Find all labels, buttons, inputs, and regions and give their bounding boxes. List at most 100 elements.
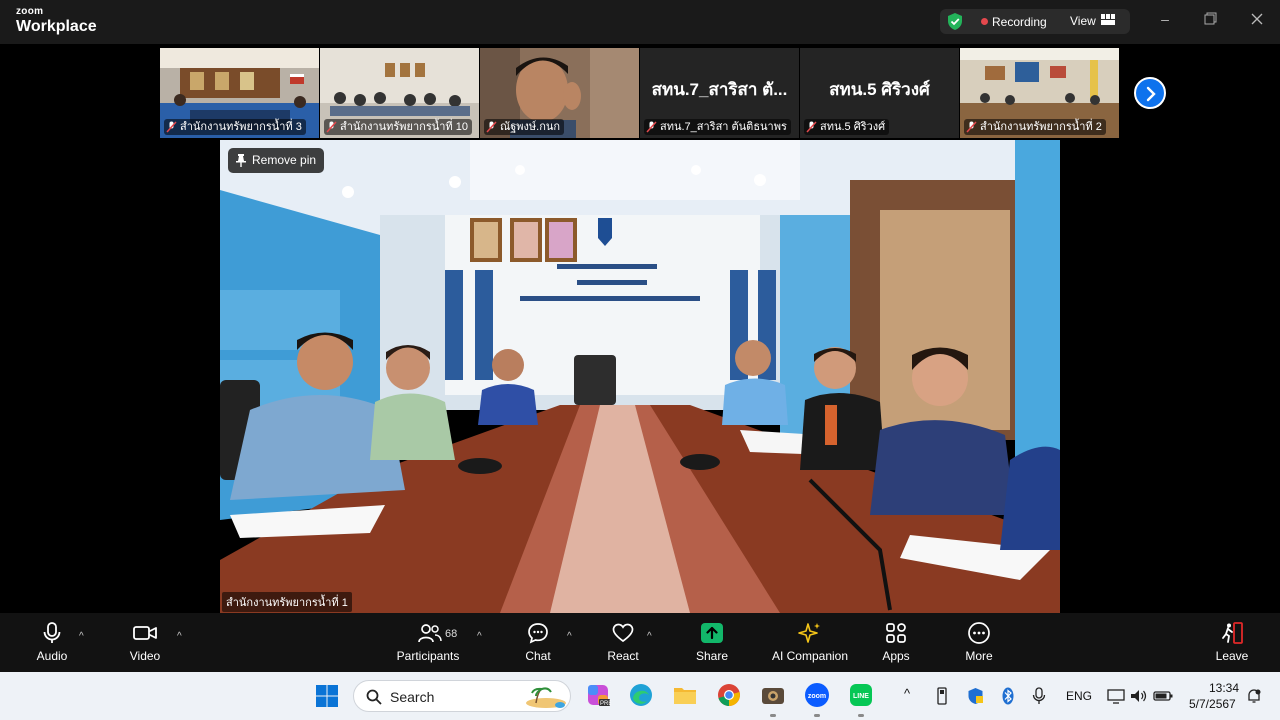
- participant-thumbnail[interactable]: สำนักงานทรัพยากรน้ำที่ 3: [160, 48, 319, 138]
- participants-icon: [418, 624, 442, 643]
- participant-name-tag: สทน.7_สาริสา ตันติธนาพร: [644, 119, 791, 135]
- leave-label: Leave: [1215, 649, 1249, 663]
- chevron-right-icon: [1146, 86, 1156, 102]
- muted-mic-icon: [486, 121, 497, 133]
- participant-name-tag: สำนักงานทรัพยากรน้ำที่ 1: [222, 592, 352, 612]
- zoom-window: zoom Workplace Recording View – สำนักงาน…: [0, 0, 1280, 720]
- participant-thumbnail[interactable]: สทน.7_สาริสา ตั... สทน.7_สาริสา ตันติธนา…: [640, 48, 799, 138]
- muted-mic-icon: [166, 121, 177, 133]
- participant-name: สทน.5 ศิริวงศ์: [820, 121, 886, 133]
- view-grid-icon[interactable]: [1101, 14, 1115, 25]
- chat-label: Chat: [525, 649, 551, 663]
- participant-thumbnail[interactable]: สทน.5 ศิริวงศ์ สทน.5 ศิริวงศ์: [800, 48, 959, 138]
- chat-button[interactable]: Chat: [518, 621, 558, 663]
- pinned-video[interactable]: Remove pin สำนักงานทรัพยากรน้ำที่ 1: [220, 140, 1060, 613]
- copilot-icon[interactable]: PRE: [585, 682, 612, 708]
- zoom-app-icon[interactable]: zoom: [804, 682, 830, 708]
- react-options-chevron-icon[interactable]: ^: [647, 631, 652, 642]
- apps-button[interactable]: Apps: [876, 621, 916, 663]
- participant-thumbnail[interactable]: สำนักงานทรัพยากรน้ำที่ 2: [960, 48, 1119, 138]
- close-icon[interactable]: [1250, 12, 1264, 26]
- line-app-icon[interactable]: LINE: [848, 682, 874, 708]
- minimize-icon[interactable]: –: [1158, 12, 1172, 26]
- next-page-button[interactable]: [1134, 77, 1166, 109]
- pin-icon: [236, 154, 246, 167]
- edge-browser-icon[interactable]: [628, 682, 654, 708]
- search-highlight-icon: [526, 687, 566, 708]
- leave-button[interactable]: Leave: [1212, 621, 1252, 663]
- svg-text:zoom: zoom: [808, 693, 826, 700]
- leave-door-icon: [1222, 622, 1243, 644]
- remove-pin-button[interactable]: Remove pin: [228, 148, 325, 173]
- participant-avatar-name: สทน.5 ศิริวงศ์: [829, 80, 930, 99]
- share-label: Share: [695, 649, 729, 663]
- volume-icon[interactable]: [1130, 688, 1148, 704]
- participant-name-tag: ณัฐพงษ์.กนก: [484, 119, 565, 135]
- participants-options-chevron-icon[interactable]: ^: [477, 631, 482, 642]
- sparkle-icon: [798, 623, 820, 643]
- security-shield-icon[interactable]: [946, 12, 964, 31]
- chrome-icon[interactable]: [716, 682, 742, 708]
- audio-options-chevron-icon[interactable]: ^: [79, 631, 84, 642]
- muted-mic-icon: [326, 121, 337, 133]
- brand-zoom: zoom: [16, 6, 44, 17]
- more-label: More: [965, 649, 993, 663]
- meeting-status-pill: Recording View: [940, 9, 1130, 34]
- participant-count-badge: 68: [445, 628, 458, 640]
- file-explorer-icon[interactable]: [672, 682, 698, 708]
- microphone-tray-icon[interactable]: [1032, 687, 1046, 705]
- clock-date[interactable]: 5/7/2567: [1189, 697, 1236, 711]
- more-button[interactable]: More: [959, 621, 999, 663]
- share-button[interactable]: Share: [692, 621, 732, 663]
- bluetooth-icon[interactable]: [1002, 687, 1014, 705]
- participant-name-tag: สำนักงานทรัพยากรน้ำที่ 10: [324, 119, 472, 135]
- participant-name: สำนักงานทรัพยากรน้ำที่ 10: [340, 121, 468, 133]
- svg-text:PRE: PRE: [600, 701, 611, 707]
- display-icon[interactable]: [1107, 688, 1125, 704]
- title-bar: zoom Workplace Recording View –: [0, 0, 1280, 44]
- running-indicator: [858, 714, 864, 717]
- muted-mic-icon: [646, 121, 657, 133]
- clock-time[interactable]: 13:34: [1209, 681, 1239, 695]
- participant-thumbnail[interactable]: ณัฐพงษ์.กนก: [480, 48, 639, 138]
- apps-grid-icon: [886, 623, 906, 643]
- battery-icon[interactable]: [1153, 688, 1173, 704]
- meeting-toolbar: Audio ^ Video ^ Participants 68 ^ Chat ^…: [0, 613, 1280, 672]
- video-options-chevron-icon[interactable]: ^: [177, 631, 182, 642]
- search-label: Search: [390, 689, 435, 705]
- show-hidden-icons-chevron-icon[interactable]: ^: [904, 686, 910, 701]
- windows-start-icon[interactable]: [315, 684, 339, 708]
- camera-app-icon[interactable]: [760, 682, 786, 708]
- notification-bell-icon[interactable]: [1246, 688, 1262, 704]
- participant-name: ณัฐพงษ์.กนก: [500, 121, 561, 133]
- usb-device-icon[interactable]: [936, 687, 948, 705]
- ai-companion-button[interactable]: AI Companion: [768, 621, 852, 663]
- video-button[interactable]: Video: [123, 621, 167, 663]
- participant-name-tag: สำนักงานทรัพยากรน้ำที่ 3: [164, 119, 306, 135]
- chat-options-chevron-icon[interactable]: ^: [567, 631, 572, 642]
- restore-icon[interactable]: [1204, 12, 1218, 26]
- taskbar-search-box[interactable]: Search: [353, 680, 571, 712]
- react-label: React: [607, 649, 639, 663]
- remove-pin-label: Remove pin: [252, 153, 317, 167]
- video-camera-icon: [133, 626, 157, 640]
- audio-label: Audio: [36, 649, 68, 663]
- participant-name: สำนักงานทรัพยากรน้ำที่ 3: [180, 121, 302, 133]
- react-button[interactable]: React: [603, 621, 643, 663]
- zoom-workplace-logo: zoom Workplace: [16, 7, 97, 35]
- video-feed-image: [220, 140, 1060, 613]
- view-button[interactable]: View: [1070, 14, 1096, 28]
- participant-thumbnail[interactable]: สำนักงานทรัพยากรน้ำที่ 10: [320, 48, 479, 138]
- running-indicator: [814, 714, 820, 717]
- participant-name: สำนักงานทรัพยากรน้ำที่ 2: [980, 121, 1102, 133]
- muted-mic-icon: [966, 121, 977, 133]
- audio-button[interactable]: Audio: [30, 621, 74, 663]
- recording-dot-icon: [981, 18, 988, 25]
- input-language-indicator[interactable]: ENG: [1066, 689, 1092, 703]
- defender-shield-icon[interactable]: [967, 687, 984, 705]
- participant-name-tag: สำนักงานทรัพยากรน้ำที่ 2: [964, 119, 1106, 135]
- recording-label[interactable]: Recording: [992, 15, 1047, 29]
- running-indicator: [770, 714, 776, 717]
- microphone-icon: [43, 622, 61, 643]
- share-screen-icon: [701, 623, 723, 643]
